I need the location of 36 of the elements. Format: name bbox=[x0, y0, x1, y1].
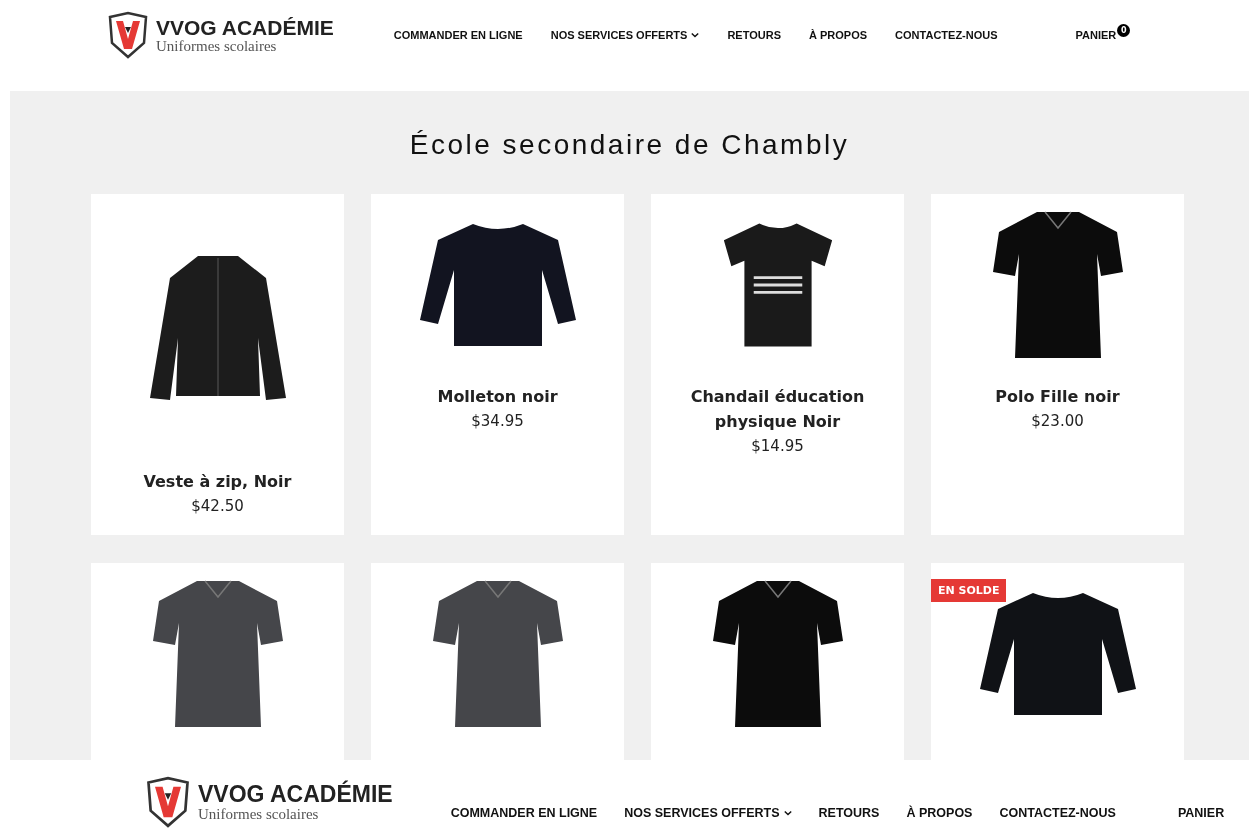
page-title: École secondaire de Chambly bbox=[408, 129, 851, 161]
nav-link[interactable]: À PROPOS bbox=[906, 806, 973, 820]
product-card[interactable]: EN SOLDE bbox=[931, 563, 1184, 760]
shield-logo-icon bbox=[106, 11, 150, 59]
nav-link[interactable]: COMMANDER EN LIGNE bbox=[393, 29, 523, 41]
product-price: $42.50 bbox=[191, 497, 244, 515]
product-name[interactable]: Chandail éducation physique Noir bbox=[665, 384, 890, 434]
cart-count-badge: 0 bbox=[1117, 24, 1131, 37]
nav-link[interactable]: RETOURS bbox=[727, 29, 781, 41]
product-price: $14.95 bbox=[751, 437, 804, 455]
brand-name[interactable]: VVOG ACADÉMIE bbox=[156, 16, 334, 38]
chevron-down-icon bbox=[783, 810, 792, 816]
sale-badge: EN SOLDE bbox=[931, 579, 1007, 602]
product-card[interactable]: Polo Fille noir $23.00 bbox=[931, 194, 1184, 535]
product-price: $23.00 bbox=[1031, 412, 1084, 430]
brand-tagline: Uniformes scolaires bbox=[156, 38, 278, 54]
product-card[interactable]: Veste à zip, Noir $42.50 bbox=[91, 194, 344, 535]
chevron-down-icon bbox=[691, 32, 700, 38]
shield-logo-icon bbox=[144, 776, 192, 828]
product-price: $34.95 bbox=[471, 412, 524, 430]
cart-link[interactable]: PANIER bbox=[1075, 29, 1117, 41]
nav-link[interactable]: COMMANDER EN LIGNE bbox=[450, 806, 598, 820]
brand-tagline: Uniformes scolaires bbox=[198, 806, 320, 822]
product-name[interactable]: Polo Fille noir bbox=[995, 384, 1120, 409]
product-name[interactable]: Veste à zip, Noir bbox=[143, 469, 292, 494]
nav-link[interactable]: CONTACTEZ-NOUS bbox=[895, 29, 998, 41]
product-card[interactable]: Molleton noir $34.95 bbox=[371, 194, 624, 535]
nav-link[interactable]: NOS SERVICES OFFERTS bbox=[550, 29, 700, 41]
product-name[interactable]: Molleton noir bbox=[437, 384, 558, 409]
nav-link[interactable]: RETOURS bbox=[818, 806, 880, 820]
nav-link[interactable]: NOS SERVICES OFFERTS bbox=[624, 806, 792, 820]
product-card[interactable]: Chandail éducation physique Noir $14.95 bbox=[651, 194, 904, 535]
brand-name[interactable]: VVOG ACADÉMIE bbox=[198, 782, 393, 806]
nav-link[interactable]: À PROPOS bbox=[809, 29, 868, 41]
cart-link[interactable]: PANIER bbox=[1177, 806, 1225, 820]
nav-link[interactable]: CONTACTEZ-NOUS bbox=[999, 806, 1116, 820]
